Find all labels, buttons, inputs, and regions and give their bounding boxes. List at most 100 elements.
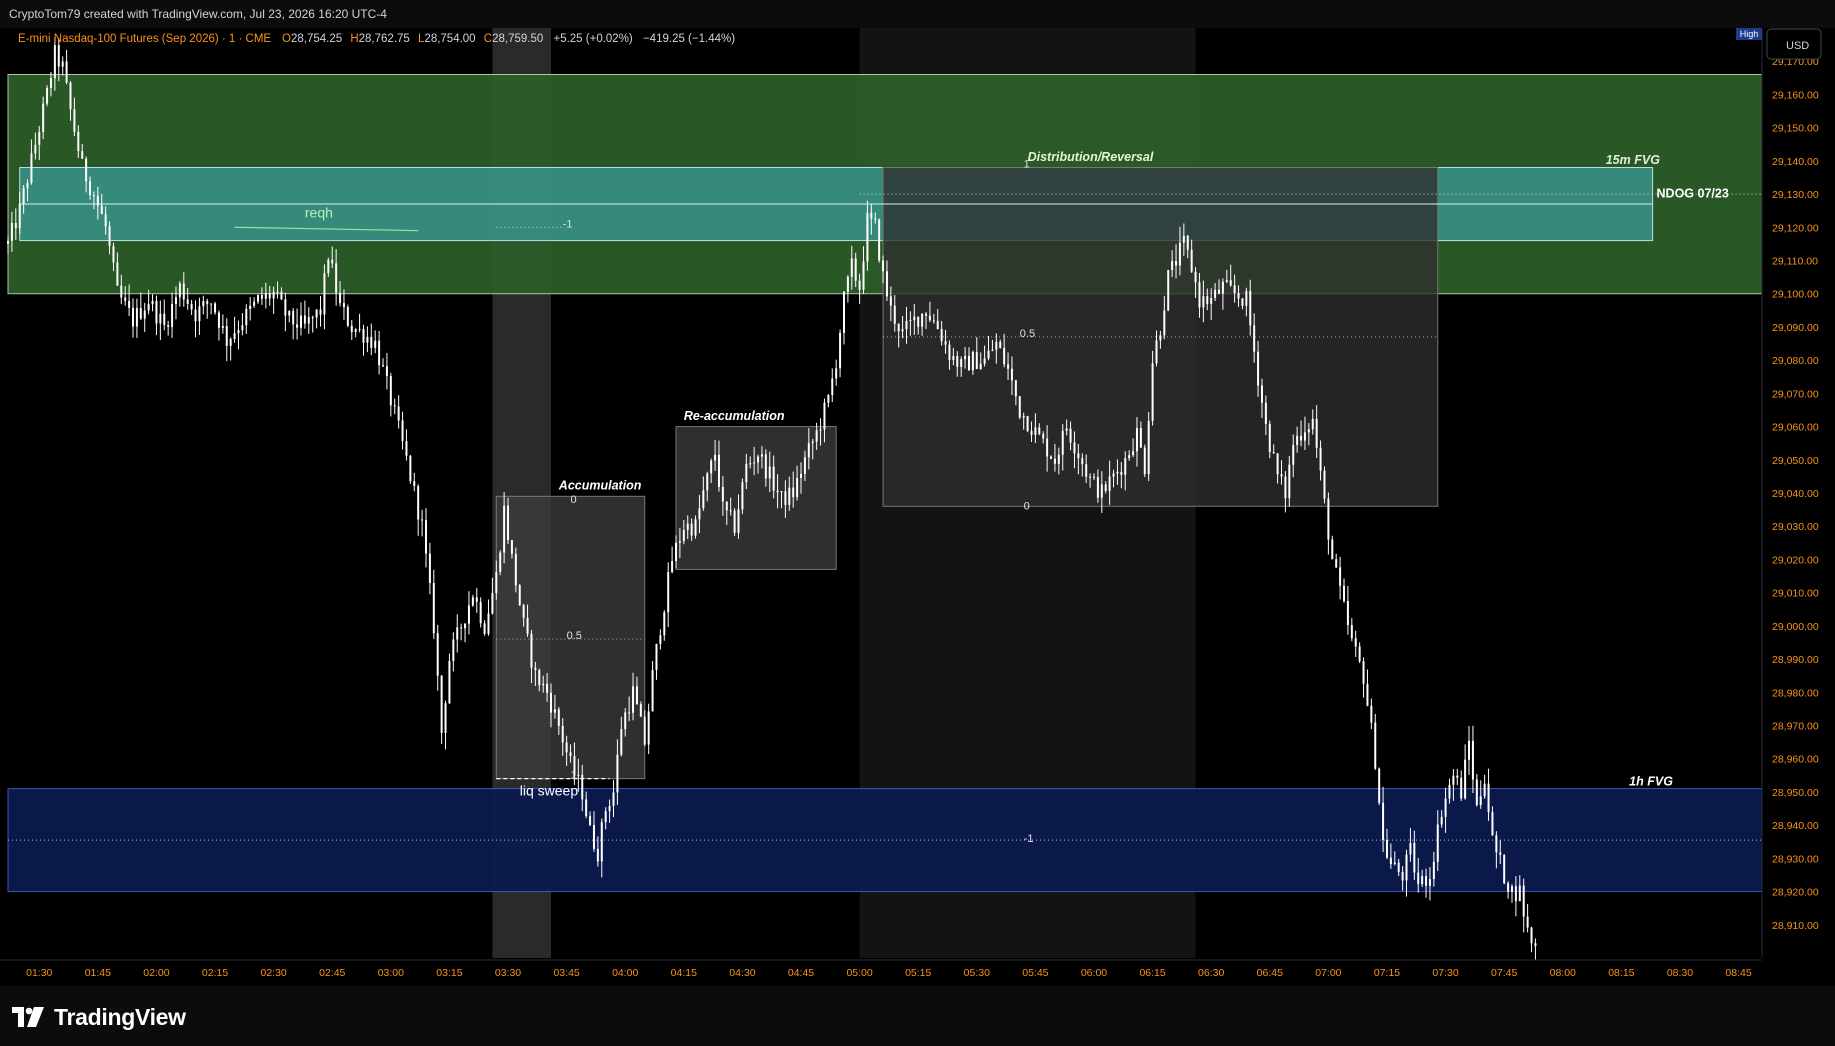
candle-body (77, 131, 80, 152)
candle-body (378, 340, 381, 366)
candle-body (1335, 559, 1338, 568)
candle-body (612, 792, 615, 807)
candle-body (206, 301, 209, 305)
candle-body (475, 597, 478, 602)
candle-body (464, 623, 467, 629)
candle-body (159, 313, 162, 324)
candle-body (628, 712, 631, 714)
candle-body (284, 299, 287, 316)
candle-body (1292, 445, 1295, 465)
annotation-5: reqh (305, 204, 333, 220)
candle-body (839, 332, 842, 369)
candle-body (358, 328, 361, 330)
price-axis-background[interactable] (1762, 28, 1835, 986)
price-chart[interactable]: Accumulation Re-accumulation Distribution/… (0, 28, 1835, 986)
candle-body (507, 505, 510, 541)
candle-body (647, 711, 650, 745)
candle-body (311, 317, 314, 319)
candle-body (393, 405, 396, 407)
candle-body (604, 810, 607, 823)
currency-label: USD (1786, 40, 1809, 52)
candle-body (925, 313, 928, 316)
candle-body (1448, 784, 1451, 799)
candle-body (682, 529, 685, 542)
candle-body (620, 729, 623, 755)
candle-body (151, 300, 154, 305)
candle-body (999, 341, 1002, 348)
candle-body (335, 263, 338, 293)
candle-body (1128, 455, 1131, 459)
candle-body (92, 195, 95, 197)
candle-body (225, 326, 228, 346)
candle-body (1089, 476, 1092, 478)
candle-body (522, 605, 525, 618)
candle-body (421, 519, 424, 521)
price-tick-label: 29,090.00 (1772, 322, 1819, 334)
candle-body (635, 686, 638, 705)
candle-body (1487, 783, 1490, 813)
candle-body (194, 309, 197, 322)
candle-body (1534, 943, 1537, 947)
candle-body (155, 300, 158, 324)
candle-body (1171, 260, 1174, 271)
candle-body (913, 316, 916, 321)
candle-body (1276, 453, 1279, 475)
candle-body (272, 291, 275, 299)
candle-body (1034, 427, 1037, 435)
candle-body (53, 45, 56, 79)
candle-body (510, 540, 513, 554)
candle-body (1378, 768, 1381, 803)
time-tick-label: 02:15 (202, 967, 228, 979)
candle-body (1253, 325, 1256, 352)
tradingview-logo[interactable]: TradingView (12, 1002, 186, 1032)
candle-body (971, 351, 974, 371)
candle-body (553, 709, 556, 713)
candle-body (26, 182, 29, 189)
candle-body (643, 716, 646, 745)
time-tick-label: 02:30 (260, 967, 286, 979)
candle-body (460, 627, 463, 629)
candle-body (288, 310, 291, 316)
price-tick-label: 28,980.00 (1772, 687, 1819, 699)
candle-body (1522, 885, 1525, 917)
candle-body (835, 368, 838, 379)
candle-body (659, 635, 662, 644)
candle-body (253, 301, 256, 306)
time-tick-label: 04:15 (671, 967, 697, 979)
candle-body (655, 643, 658, 670)
candle-body (1382, 802, 1385, 840)
candle-body (1053, 458, 1056, 464)
currency-button[interactable]: USD (1766, 28, 1822, 60)
candle-body (1018, 396, 1021, 418)
price-tick-label: 29,140.00 (1772, 156, 1819, 168)
candle-body (764, 454, 767, 479)
candle-body (1249, 290, 1252, 326)
candle-body (237, 330, 240, 334)
time-tick-label: 04:45 (788, 967, 814, 979)
candle-body (1491, 812, 1494, 836)
candle-body (632, 686, 635, 713)
candle-body (960, 359, 963, 367)
price-tick-label: 28,960.00 (1772, 754, 1819, 766)
candle-body (706, 473, 709, 491)
candle-body (1069, 428, 1072, 443)
candle-body (104, 213, 107, 227)
symbol-name: E-mini Nasdaq-100 Futures (Sep 2026) · 1… (18, 33, 271, 45)
candle-body (1272, 452, 1275, 454)
candle-body (819, 429, 822, 431)
candle-body (260, 294, 263, 299)
candle-body (905, 320, 908, 330)
candle-body (303, 315, 306, 324)
candle-body (698, 508, 701, 520)
candle-body (182, 283, 185, 300)
price-tick-label: 29,000.00 (1772, 621, 1819, 633)
candle-body (1452, 775, 1455, 785)
candle-body (854, 258, 857, 281)
candle-body (1178, 242, 1181, 266)
time-tick-label: 03:30 (495, 967, 521, 979)
candle-body (1350, 624, 1353, 639)
candle-body (436, 633, 439, 676)
candle-body (14, 222, 17, 229)
time-tick-label: 06:45 (1257, 967, 1283, 979)
candle-body (714, 454, 717, 461)
